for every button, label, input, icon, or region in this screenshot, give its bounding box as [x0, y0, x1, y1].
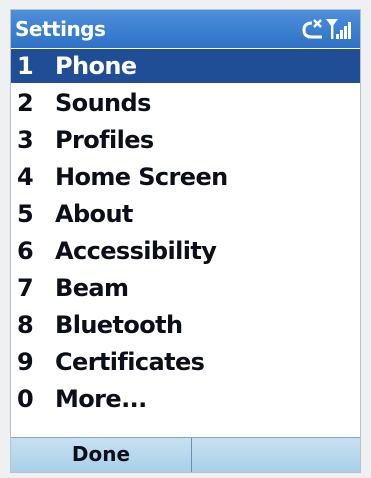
menu-item-label: Beam	[55, 274, 129, 302]
signal-strength-icon	[326, 19, 351, 39]
settings-menu: 1 Phone 2 Sounds 3 Profiles 4 Home Scree…	[11, 49, 360, 418]
menu-item-number: 4	[17, 163, 34, 191]
phone-screen: Settings 1 Phone 2 Sounds 3 Profiles 4 H…	[10, 9, 361, 473]
menu-item-number: 3	[17, 126, 34, 154]
menu-item-certificates[interactable]: 9 Certificates	[11, 344, 360, 381]
menu-item-number: 0	[17, 385, 34, 413]
menu-item-label: Certificates	[55, 348, 205, 376]
menu-item-number: 8	[17, 311, 34, 339]
menu-item-number: 2	[17, 89, 34, 117]
menu-item-bluetooth[interactable]: 8 Bluetooth	[11, 307, 360, 344]
menu-item-accessibility[interactable]: 6 Accessibility	[11, 233, 360, 270]
menu-item-number: 1	[17, 52, 34, 80]
menu-item-label: Bluetooth	[55, 311, 183, 339]
menu-item-phone[interactable]: 1 Phone	[11, 49, 360, 83]
menu-item-number: 9	[17, 348, 34, 376]
menu-item-number: 7	[17, 274, 34, 302]
menu-item-label: Home Screen	[55, 163, 228, 191]
menu-item-number: 6	[17, 237, 34, 265]
right-softkey[interactable]	[192, 438, 360, 472]
connection-icon	[302, 19, 322, 39]
menu-item-label: More...	[55, 385, 147, 413]
status-icons	[300, 15, 354, 43]
menu-item-home-screen[interactable]: 4 Home Screen	[11, 159, 360, 196]
done-softkey[interactable]: Done	[11, 438, 192, 472]
menu-item-label: Accessibility	[55, 237, 217, 265]
menu-item-profiles[interactable]: 3 Profiles	[11, 122, 360, 159]
menu-item-about[interactable]: 5 About	[11, 196, 360, 233]
page-title: Settings	[15, 17, 106, 41]
menu-item-label: Profiles	[55, 126, 154, 154]
menu-item-more[interactable]: 0 More...	[11, 381, 360, 418]
menu-item-sounds[interactable]: 2 Sounds	[11, 85, 360, 122]
menu-item-number: 5	[17, 200, 34, 228]
menu-item-label: Phone	[55, 52, 137, 80]
menu-item-label: Sounds	[55, 89, 151, 117]
phone-device: Settings 1 Phone 2 Sounds 3 Profiles 4 H…	[0, 0, 371, 478]
menu-item-label: About	[55, 200, 133, 228]
title-bar: Settings	[11, 10, 360, 48]
softkey-bar: Done	[11, 437, 360, 472]
menu-item-beam[interactable]: 7 Beam	[11, 270, 360, 307]
